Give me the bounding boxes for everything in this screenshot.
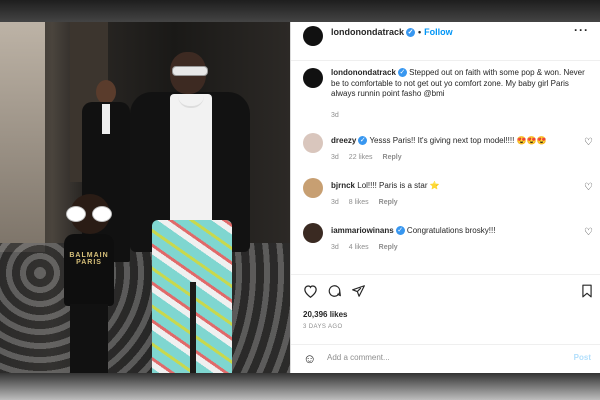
comment-likes[interactable]: 4 likes bbox=[349, 244, 369, 251]
action-bar bbox=[303, 284, 595, 302]
reply-button[interactable]: Reply bbox=[379, 244, 398, 251]
photo-brand-text: BALMAIN PARIS bbox=[69, 252, 109, 266]
heart-icon[interactable]: ♡ bbox=[584, 182, 593, 193]
comment-text: Congratulations brosky!!! bbox=[406, 226, 496, 235]
comment-username[interactable]: dreezy bbox=[331, 136, 356, 145]
share-icon[interactable] bbox=[351, 284, 366, 301]
post-header: londonondatrack ✓ • Follow ··· bbox=[291, 22, 600, 61]
divider bbox=[291, 274, 600, 275]
heart-icon[interactable]: ♡ bbox=[584, 137, 593, 148]
verified-icon: ✓ bbox=[358, 136, 368, 146]
post-button[interactable]: Post bbox=[574, 353, 591, 362]
post-date: 3 DAYS AGO bbox=[303, 324, 343, 330]
comment-item: bjrnck Lol!!!! Paris is a star ⭐ 3d 8 lik… bbox=[303, 178, 595, 218]
comment-item: iammariowinans ✓ Congratulations brosky!!… bbox=[303, 223, 595, 263]
avatar[interactable] bbox=[303, 68, 323, 88]
comment-username[interactable]: iammariowinans bbox=[331, 226, 394, 235]
comment-time: 3d bbox=[331, 154, 339, 161]
post-side-panel: londonondatrack ✓ • Follow ··· londonondatr… bbox=[290, 22, 600, 373]
more-icon[interactable]: ··· bbox=[574, 23, 589, 37]
comment-icon[interactable] bbox=[327, 284, 342, 301]
bottom-band bbox=[0, 373, 600, 400]
avatar[interactable] bbox=[303, 133, 323, 153]
photo-girl: BALMAIN PARIS bbox=[56, 194, 122, 373]
post-photo[interactable]: BALMAIN PARIS bbox=[0, 22, 290, 373]
likes-count[interactable]: 20,396 likes bbox=[303, 310, 347, 319]
avatar[interactable] bbox=[303, 223, 323, 243]
reply-button[interactable]: Reply bbox=[383, 154, 402, 161]
add-comment-input[interactable]: Add a comment... bbox=[327, 353, 390, 362]
reply-button[interactable]: Reply bbox=[379, 199, 398, 206]
comment-text: Yesss Paris!! It's giving next top model… bbox=[369, 136, 547, 145]
comment-text: Lol!!!! Paris is a star ⭐ bbox=[357, 181, 440, 190]
comment-item: dreezy ✓ Yesss Paris!! It's giving next t… bbox=[303, 133, 595, 173]
verified-icon: ✓ bbox=[406, 28, 416, 38]
bookmark-icon[interactable] bbox=[581, 284, 593, 301]
follow-button[interactable]: Follow bbox=[424, 27, 453, 37]
caption-time: 3d bbox=[331, 112, 339, 119]
avatar[interactable] bbox=[303, 178, 323, 198]
comment-likes[interactable]: 8 likes bbox=[349, 199, 369, 206]
heart-icon[interactable] bbox=[303, 284, 318, 301]
caption-username[interactable]: londonondatrack bbox=[331, 68, 396, 77]
emoji-icon[interactable]: ☺ bbox=[303, 351, 316, 366]
photo-man bbox=[130, 52, 250, 373]
add-comment-bar: ☺ Add a comment... Post bbox=[291, 344, 600, 374]
verified-icon: ✓ bbox=[397, 68, 407, 78]
comment-username[interactable]: bjrnck bbox=[331, 181, 355, 190]
verified-icon: ✓ bbox=[395, 226, 405, 236]
header-username[interactable]: londonondatrack bbox=[331, 27, 404, 37]
avatar[interactable] bbox=[303, 26, 323, 46]
top-band bbox=[0, 0, 600, 22]
comment-time: 3d bbox=[331, 244, 339, 251]
heart-icon[interactable]: ♡ bbox=[584, 227, 593, 238]
comment-time: 3d bbox=[331, 199, 339, 206]
comment-likes[interactable]: 22 likes bbox=[349, 154, 373, 161]
